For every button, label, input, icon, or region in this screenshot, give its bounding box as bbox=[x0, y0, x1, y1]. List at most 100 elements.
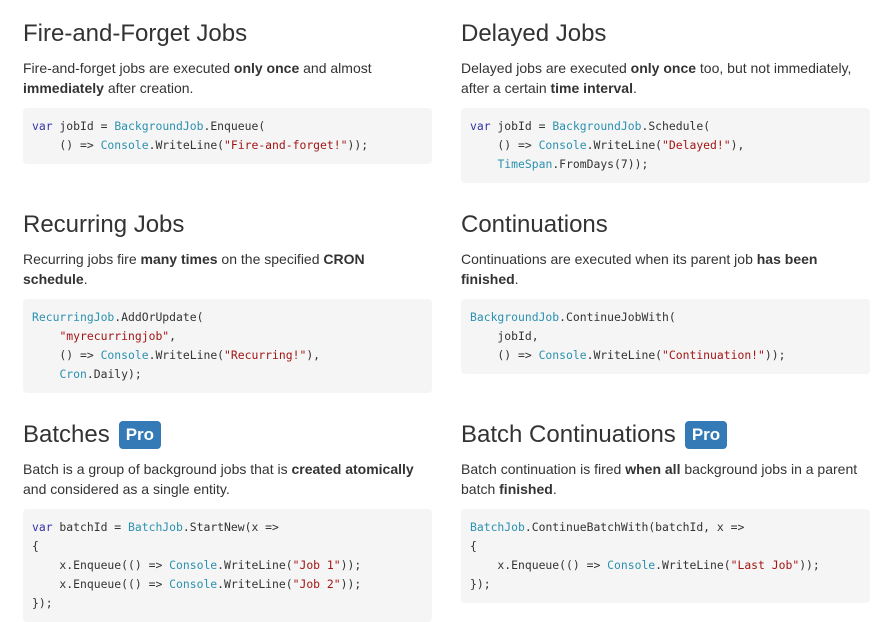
code-token: "Fire-and-forget!" bbox=[224, 138, 348, 152]
code-line: Cron.Daily); bbox=[32, 367, 141, 381]
code-token: "Last Job" bbox=[730, 558, 800, 572]
emphasis-text: time interval bbox=[550, 80, 633, 96]
description-text: . bbox=[632, 80, 637, 96]
code-token: Console bbox=[169, 577, 218, 591]
section-recurring-jobs: Recurring Jobs Recurring jobs fire many … bbox=[23, 209, 432, 393]
code-token: () => bbox=[32, 138, 101, 152]
code-token: TimeSpan bbox=[497, 157, 553, 171]
description-text: . bbox=[552, 481, 557, 497]
section-delayed-jobs: Delayed Jobs Delayed jobs are executed o… bbox=[461, 18, 870, 183]
section-description: Delayed jobs are executed only once too,… bbox=[461, 58, 870, 98]
code-line: BatchJob.ContinueBatchWith(batchId, x => bbox=[470, 520, 744, 534]
code-line: () => Console.WriteLine("Fire-and-forget… bbox=[32, 138, 368, 152]
section-description: Batch is a group of background jobs that… bbox=[23, 459, 432, 499]
description-text: Batch is a group of background jobs that… bbox=[23, 461, 292, 477]
code-token: .WriteLine( bbox=[586, 348, 663, 362]
code-token: Console bbox=[607, 558, 656, 572]
description-text: and almost bbox=[299, 60, 372, 76]
code-token: "Continuation!" bbox=[662, 348, 765, 362]
code-token: ), bbox=[306, 348, 321, 362]
code-token: )); bbox=[340, 577, 362, 591]
code-line: }); bbox=[32, 596, 53, 610]
code-line: () => Console.WriteLine("Delayed!"), bbox=[470, 138, 744, 152]
emphasis-text: only once bbox=[630, 60, 697, 76]
code-token: BatchJob bbox=[128, 520, 183, 534]
code-block: RecurringJob.AddOrUpdate( "myrecurringjo… bbox=[23, 299, 432, 393]
code-token: Cron bbox=[59, 367, 87, 381]
pro-badge: Pro bbox=[118, 421, 162, 449]
code-token: () => bbox=[470, 138, 539, 152]
code-token: x.Enqueue(() => bbox=[32, 558, 170, 572]
code-line: { bbox=[32, 539, 39, 553]
code-token: ), bbox=[730, 138, 745, 152]
code-token: RecurringJob bbox=[32, 310, 115, 324]
code-token: BackgroundJob bbox=[470, 310, 560, 324]
code-token: var bbox=[32, 119, 53, 133]
code-token: batchId = bbox=[52, 520, 129, 534]
code-token: )); bbox=[799, 558, 820, 572]
section-title-text: Delayed Jobs bbox=[461, 20, 607, 47]
section-batch-continuations: Batch Continuations Pro Batch continuatio… bbox=[461, 419, 870, 603]
code-token: "Job 1" bbox=[292, 558, 341, 572]
code-token: }); bbox=[32, 596, 53, 610]
pro-badge: Pro bbox=[684, 421, 728, 449]
code-token: )); bbox=[764, 348, 786, 362]
code-block: var jobId = BackgroundJob.Enqueue( () =>… bbox=[23, 108, 432, 164]
code-token: )); bbox=[340, 558, 362, 572]
section-description: Batch continuation is fired when all bac… bbox=[461, 459, 870, 499]
section-title-text: Batches bbox=[23, 421, 110, 448]
code-line: jobId, bbox=[470, 329, 538, 343]
code-line: { bbox=[470, 539, 477, 553]
description-text: Fire-and-forget jobs are executed bbox=[23, 60, 234, 76]
description-text: Delayed jobs are executed bbox=[461, 60, 631, 76]
code-token: Console bbox=[169, 558, 218, 572]
code-token: "myrecurringjob" bbox=[59, 329, 170, 343]
section-fire-and-forget: Fire-and-Forget Jobs Fire-and-forget job… bbox=[23, 18, 432, 164]
description-text: and considered as a single entity. bbox=[23, 481, 230, 497]
code-line: () => Console.WriteLine("Continuation!")… bbox=[470, 348, 785, 362]
code-line: TimeSpan.FromDays(7)); bbox=[470, 157, 648, 171]
code-block: BackgroundJob.ContinueJobWith( jobId, ()… bbox=[461, 299, 870, 374]
code-token: , bbox=[169, 329, 177, 343]
code-token: )); bbox=[347, 138, 369, 152]
code-token: BatchJob bbox=[470, 520, 525, 534]
section-continuations: Continuations Continuations are executed… bbox=[461, 209, 870, 374]
code-token: .StartNew(x => bbox=[182, 520, 279, 534]
description-text: after creation. bbox=[103, 80, 194, 96]
code-token: .WriteLine( bbox=[217, 577, 293, 591]
code-line: x.Enqueue(() => Console.WriteLine("Last … bbox=[470, 558, 820, 572]
section-title: Fire-and-Forget Jobs bbox=[23, 18, 432, 50]
code-line: }); bbox=[470, 577, 491, 591]
description-text: Continuations are executed when its pare… bbox=[461, 251, 757, 267]
section-title: Batches Pro bbox=[23, 419, 432, 451]
code-line: var jobId = BackgroundJob.Schedule( bbox=[470, 119, 710, 133]
emphasis-text: immediately bbox=[23, 80, 104, 96]
code-block: var batchId = BatchJob.StartNew(x => { x… bbox=[23, 509, 432, 622]
code-token: () => bbox=[470, 348, 539, 362]
section-title: Recurring Jobs bbox=[23, 209, 432, 241]
code-block: var jobId = BackgroundJob.Schedule( () =… bbox=[461, 108, 870, 183]
code-line: x.Enqueue(() => Console.WriteLine("Job 2… bbox=[32, 577, 361, 591]
description-text: on the specified bbox=[217, 251, 324, 267]
code-token: { bbox=[32, 539, 39, 553]
section-title: Continuations bbox=[461, 209, 870, 241]
code-line: var jobId = BackgroundJob.Enqueue( bbox=[32, 119, 265, 133]
code-token: .ContinueBatchWith(batchId, x => bbox=[524, 520, 745, 534]
code-token: jobId = bbox=[52, 119, 115, 133]
code-token: var bbox=[32, 520, 53, 534]
code-token: Console bbox=[100, 348, 149, 362]
code-token: .WriteLine( bbox=[217, 558, 293, 572]
description-text: Batch continuation is fired bbox=[461, 461, 626, 477]
code-token: .WriteLine( bbox=[655, 558, 731, 572]
section-title: Batch Continuations Pro bbox=[461, 419, 870, 451]
code-token: "Recurring!" bbox=[224, 348, 307, 362]
section-title-text: Fire-and-Forget Jobs bbox=[23, 20, 248, 47]
code-token: .Enqueue( bbox=[203, 119, 266, 133]
code-token: () => bbox=[32, 348, 101, 362]
code-token: Console bbox=[538, 348, 587, 362]
code-token: "Delayed!" bbox=[662, 138, 731, 152]
code-line: "myrecurringjob", bbox=[32, 329, 176, 343]
code-token: .AddOrUpdate( bbox=[114, 310, 204, 324]
